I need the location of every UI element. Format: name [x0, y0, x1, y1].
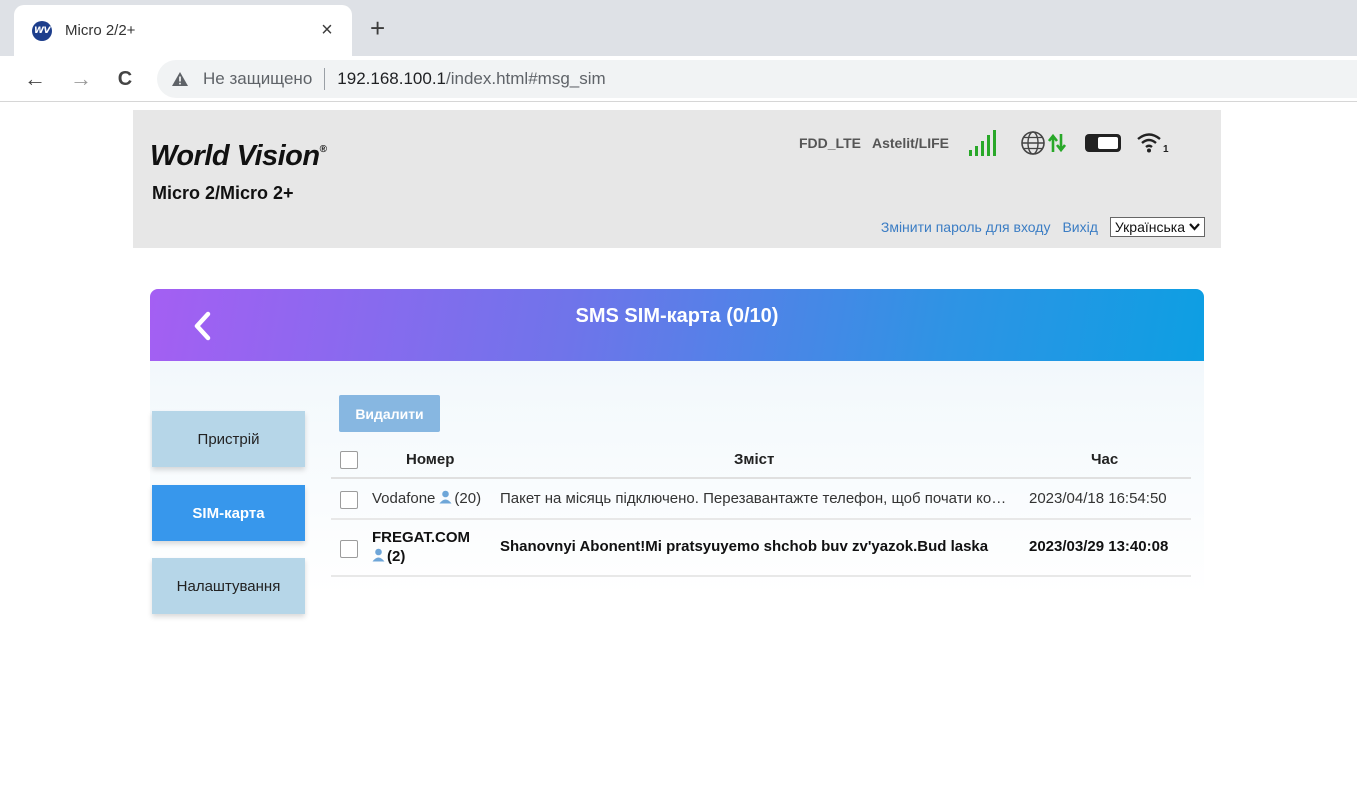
url-host: 192.168.100.1: [337, 69, 446, 88]
router-header: World Vision® Micro 2/Micro 2+ FDD_LTE A…: [133, 110, 1221, 248]
wifi-icon: 1: [1136, 131, 1169, 155]
data-transfer-icon: [1047, 132, 1066, 154]
site-favicon-icon: WV: [32, 20, 52, 41]
language-value: Українська: [1114, 219, 1185, 235]
logout-link[interactable]: Вихід: [1062, 219, 1097, 235]
row-checkbox[interactable]: [340, 491, 358, 509]
table-header: Номер Зміст Час: [331, 441, 1191, 479]
select-all-checkbox[interactable]: [340, 451, 358, 469]
network-type: FDD_LTE: [799, 135, 861, 151]
table-row[interactable]: FREGAT.COM (2) Shanovnyi Abonent!Mi prat…: [331, 520, 1191, 577]
sidebar-item-sim[interactable]: SIM-карта: [152, 485, 305, 541]
delete-button[interactable]: Видалити: [339, 395, 440, 432]
browser-tab[interactable]: WV Micro 2/2+ ×: [14, 5, 352, 56]
sender-name: Vodafone: [372, 490, 436, 507]
security-label[interactable]: Не защищено: [203, 69, 312, 89]
omnibox-divider: [324, 68, 326, 90]
sidebar-item-device[interactable]: Пристрій: [152, 411, 305, 467]
browser-toolbar: ← → C Не защищено 192.168.100.1/index.ht…: [0, 56, 1357, 102]
panel-header: SMS SIM-карта (0/10): [150, 289, 1204, 361]
device-model: Micro 2/Micro 2+: [152, 183, 294, 203]
url-text[interactable]: 192.168.100.1/index.html#msg_sim: [337, 69, 605, 89]
tab-title: Micro 2/2+: [65, 22, 136, 39]
message-content[interactable]: Пакет на місяць підключено. Перезавантаж…: [500, 490, 1008, 507]
message-count: (20): [454, 490, 482, 507]
contact-icon: [439, 490, 452, 504]
address-bar[interactable]: Не защищено 192.168.100.1/index.html#msg…: [157, 60, 1357, 98]
wifi-client-count: 1: [1162, 143, 1169, 155]
url-path: /index.html#msg_sim: [446, 69, 606, 88]
sender-cell[interactable]: Vodafone (20): [372, 490, 481, 507]
messages-table: Номер Зміст Час Vodafone (20) Пакет на мі…: [331, 441, 1191, 577]
column-header-number: Номер: [406, 451, 455, 468]
table-row[interactable]: Vodafone (20) Пакет на місяць підключено.…: [331, 479, 1191, 520]
forward-arrow-icon[interactable]: →: [66, 64, 96, 94]
status-bar: FDD_LTE Astelit/LIFE 1: [799, 128, 1169, 158]
reload-icon[interactable]: C: [110, 64, 140, 94]
operator-name: Astelit/LIFE: [871, 135, 949, 151]
new-tab-icon[interactable]: +: [370, 14, 385, 42]
registered-mark: ®: [319, 144, 327, 155]
row-checkbox[interactable]: [340, 540, 358, 558]
message-content[interactable]: Shanovnyi Abonent!Mi pratsyuyemo shchob …: [500, 538, 1008, 555]
sms-panel: SMS SIM-карта (0/10) Пристрій SIM-карта …: [150, 289, 1204, 629]
message-time: 2023/04/18 16:54:50: [1029, 490, 1167, 507]
message-time: 2023/03/29 13:40:08: [1029, 538, 1169, 555]
sender-count-cell: (2): [372, 548, 405, 565]
signal-strength-icon: [968, 129, 998, 157]
brand-logo: World Vision®: [150, 140, 327, 173]
change-password-link[interactable]: Змінити пароль для входу: [881, 219, 1051, 235]
close-tab-icon[interactable]: ×: [316, 19, 338, 42]
brand-name: World Vision: [150, 140, 320, 172]
column-header-time: Час: [1091, 451, 1119, 468]
browser-tabstrip: WV Micro 2/2+ × +: [0, 0, 1357, 56]
panel-title: SMS SIM-карта (0/10): [575, 305, 779, 327]
sender-name[interactable]: FREGAT.COM: [372, 529, 470, 546]
contact-icon: [372, 548, 385, 562]
column-header-content: Зміст: [734, 451, 775, 468]
internet-globe-icon: [1020, 130, 1046, 156]
warning-icon[interactable]: [171, 70, 191, 88]
back-arrow-icon[interactable]: ←: [20, 64, 50, 94]
battery-icon: [1084, 132, 1124, 154]
sidebar-item-settings[interactable]: Налаштування: [152, 558, 305, 614]
chevron-down-icon: [1189, 223, 1200, 231]
message-count: (2): [387, 548, 406, 565]
header-links: Змінити пароль для входу Вихід Українськ…: [869, 217, 1205, 237]
language-select[interactable]: Українська: [1109, 217, 1205, 237]
